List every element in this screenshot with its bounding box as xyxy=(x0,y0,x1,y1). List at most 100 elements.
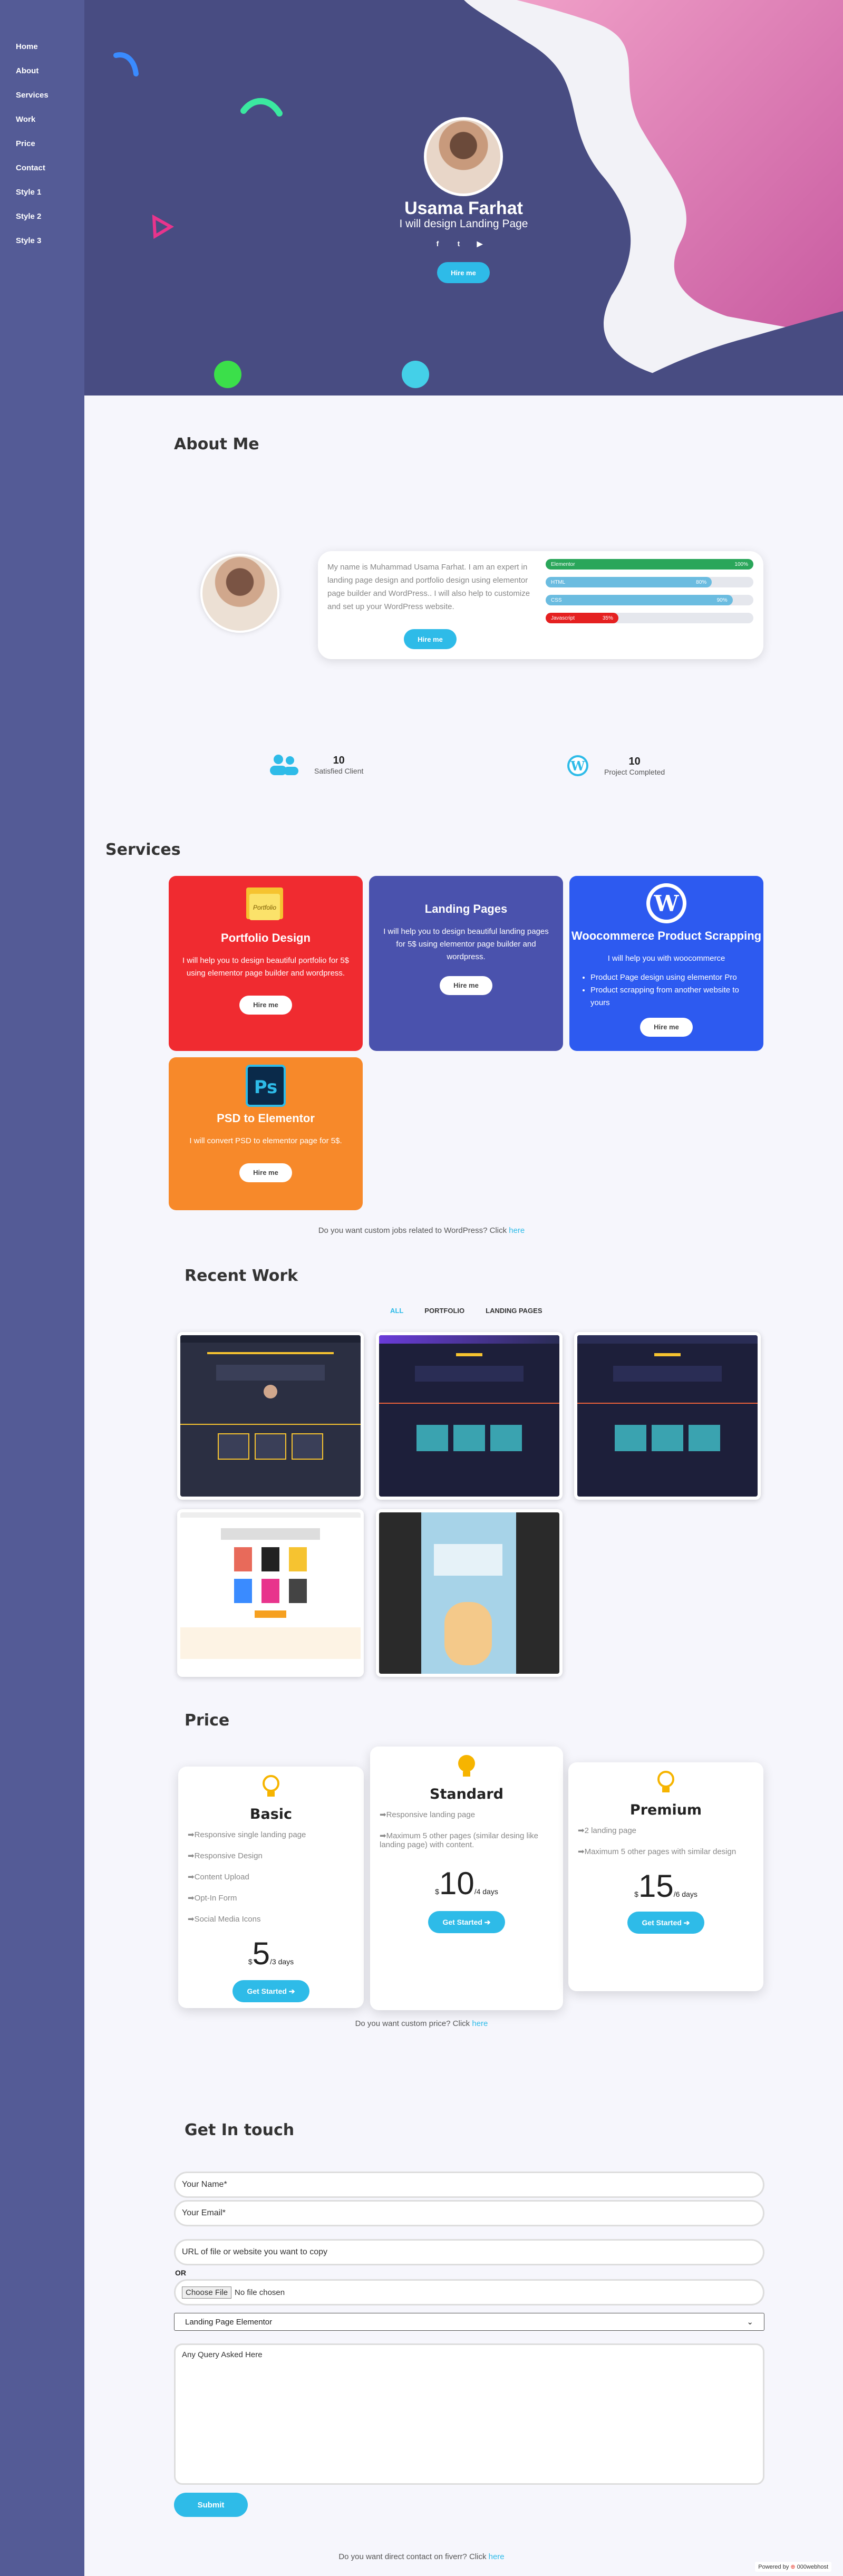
service-select[interactable]: Landing Page Elementor ⌄ xyxy=(174,2313,764,2331)
stat-projects-label: Project Completed xyxy=(604,767,665,776)
hero-subtitle: I will design Landing Page xyxy=(399,218,528,230)
service-hire-button[interactable]: Hire me xyxy=(640,1018,693,1037)
contact-note-link[interactable]: here xyxy=(489,2552,505,2561)
services-note-link[interactable]: here xyxy=(509,1226,525,1235)
plan-feature: ➡Content Upload xyxy=(188,1873,249,1882)
nav-style-2[interactable]: Style 2 xyxy=(16,212,41,221)
query-textarea[interactable]: Any Query Asked Here xyxy=(174,2343,764,2485)
social-links: f t ▶ xyxy=(432,238,485,249)
services-title: Services xyxy=(105,841,181,859)
hero-section: Usama Farhat I will design Landing Page … xyxy=(84,0,843,395)
facebook-icon[interactable]: f xyxy=(432,238,443,249)
about-card: My name is Muhammad Usama Farhat. I am a… xyxy=(318,551,763,659)
service-text: I will help you to design beautiful port… xyxy=(182,956,350,978)
service-title: PSD to Elementor xyxy=(217,1112,315,1125)
work-thumbnail[interactable] xyxy=(574,1332,761,1500)
file-status: No file chosen xyxy=(235,2288,285,2297)
svg-text:Portfolio: Portfolio xyxy=(253,904,276,911)
service-text: I will help you with woocommerce xyxy=(607,954,725,963)
users-icon xyxy=(270,755,298,775)
twitter-icon[interactable]: t xyxy=(453,238,464,249)
service-title: Woocommerce Product Scrapping xyxy=(571,929,762,942)
nav-contact[interactable]: Contact xyxy=(16,163,45,172)
filter-landing-pages[interactable]: LANDING PAGES xyxy=(486,1307,542,1315)
stat-projects-number: 10 xyxy=(628,755,641,767)
nav-list: Home About Services Work Price Contact S… xyxy=(0,0,84,261)
nav-style-1[interactable]: Style 1 xyxy=(16,188,41,197)
plan-feature: ➡Maximum 5 other pages (similar desing l… xyxy=(380,1831,539,1849)
service-text: I will convert PSD to elementor page for… xyxy=(189,1136,342,1145)
service-hire-button[interactable]: Hire me xyxy=(239,996,292,1015)
services-note: Do you want custom jobs related to WordP… xyxy=(318,1226,525,1235)
svg-text:W: W xyxy=(570,758,586,774)
name-field[interactable]: Your Name* xyxy=(174,2172,764,2198)
svg-text:Ps: Ps xyxy=(254,1077,278,1098)
service-hire-button[interactable]: Hire me xyxy=(239,1163,292,1182)
nav-style-3[interactable]: Style 3 xyxy=(16,236,41,245)
url-field[interactable]: URL of file or website you want to copy xyxy=(174,2239,764,2265)
nav-services[interactable]: Services xyxy=(16,91,49,100)
work-filters: ALL PORTFOLIO LANDING PAGES xyxy=(390,1307,542,1315)
plan-name: Basic xyxy=(249,1806,293,1822)
hosting-badge[interactable]: Powered by ⊕ 000webhost xyxy=(755,2562,831,2572)
plan-feature: ➡Social Media Icons xyxy=(188,1915,261,1924)
get-started-button[interactable]: Get Started ➔ xyxy=(428,1911,505,1933)
work-thumbnail[interactable] xyxy=(376,1509,563,1677)
work-thumbnail[interactable] xyxy=(376,1332,563,1500)
contact-title: Get In touch xyxy=(185,2121,295,2139)
portfolio-folder-icon: Portfolio xyxy=(246,887,283,920)
about-photo xyxy=(200,554,279,633)
skill-bar: CSS 90% xyxy=(546,595,753,605)
email-field[interactable]: Your Email* xyxy=(174,2200,764,2226)
work-thumbnail[interactable] xyxy=(177,1509,364,1677)
service-title: Portfolio Design xyxy=(221,931,311,944)
plan-features: ➡Responsive landing page ➡Maximum 5 othe… xyxy=(370,1810,563,1849)
youtube-icon[interactable]: ▶ xyxy=(474,238,485,249)
nav-price[interactable]: Price xyxy=(16,139,35,148)
choose-file-button[interactable]: Choose File xyxy=(182,2286,232,2299)
plan-features: ➡2 landing page ➡Maximum 5 other pages w… xyxy=(568,1826,763,1856)
skill-bar: Elementor 100% xyxy=(546,559,753,570)
wordpress-icon: W xyxy=(567,755,588,776)
stat-clients-number: 10 xyxy=(333,754,345,766)
or-label: OR xyxy=(175,2269,186,2277)
service-card-woocommerce: W Woocommerce Product Scrapping I will h… xyxy=(569,876,763,1051)
nav-work[interactable]: Work xyxy=(16,115,35,124)
service-card-psd: Ps PSD to Elementor I will convert PSD t… xyxy=(169,1057,363,1210)
plan-price: $15/6 days xyxy=(634,1868,697,1904)
get-started-button[interactable]: Get Started ➔ xyxy=(627,1912,704,1934)
photoshop-icon: Ps xyxy=(246,1065,286,1107)
about-hire-button[interactable]: Hire me xyxy=(404,629,457,649)
green-arc-shape xyxy=(240,98,283,117)
plan-feature: ➡Maximum 5 other pages with similar desi… xyxy=(578,1847,737,1856)
service-card-portfolio: Portfolio Portfolio Design I will help y… xyxy=(169,876,363,1051)
nav-home[interactable]: Home xyxy=(16,42,38,51)
plan-feature: ➡Responsive Design xyxy=(188,1851,263,1860)
skills-list: Elementor 100% HTML 80% CSS 90% Javascript 3… xyxy=(546,559,753,631)
price-note-link[interactable]: here xyxy=(472,2019,488,2028)
price-card-standard: Standard ➡Responsive landing page ➡Maxim… xyxy=(370,1747,563,2010)
about-title: About Me xyxy=(174,435,259,454)
plan-feature: ➡Opt-In Form xyxy=(188,1894,237,1903)
work-thumbnail[interactable] xyxy=(177,1332,364,1500)
green-dot-shape xyxy=(214,361,241,388)
price-note: Do you want custom price? Click here xyxy=(355,2019,488,2028)
plan-feature: ➡2 landing page xyxy=(578,1826,637,1835)
submit-button[interactable]: Submit xyxy=(174,2493,248,2517)
nav-about[interactable]: About xyxy=(16,66,38,75)
about-text: My name is Muhammad Usama Farhat. I am a… xyxy=(327,563,530,611)
service-hire-button[interactable]: Hire me xyxy=(440,976,492,995)
service-bullets: Product Page design using elementor Pro … xyxy=(569,971,763,1009)
plan-price: $10/4 days xyxy=(435,1866,498,1901)
filter-portfolio[interactable]: PORTFOLIO xyxy=(424,1307,464,1315)
filter-all[interactable]: ALL xyxy=(390,1307,403,1315)
lightbulb-icon xyxy=(657,1771,674,1792)
stat-projects: W 10 Project Completed xyxy=(566,754,665,777)
sidebar: Home About Services Work Price Contact S… xyxy=(0,0,84,2576)
service-card-landing: Landing Pages I will help you to design … xyxy=(369,876,563,1051)
svg-text:W: W xyxy=(653,891,679,916)
plan-features: ➡Responsive single landing page ➡Respons… xyxy=(178,1830,364,1924)
lightbulb-icon xyxy=(263,1775,279,1797)
hero-hire-button[interactable]: Hire me xyxy=(437,262,490,283)
get-started-button[interactable]: Get Started ➔ xyxy=(232,1980,309,2002)
